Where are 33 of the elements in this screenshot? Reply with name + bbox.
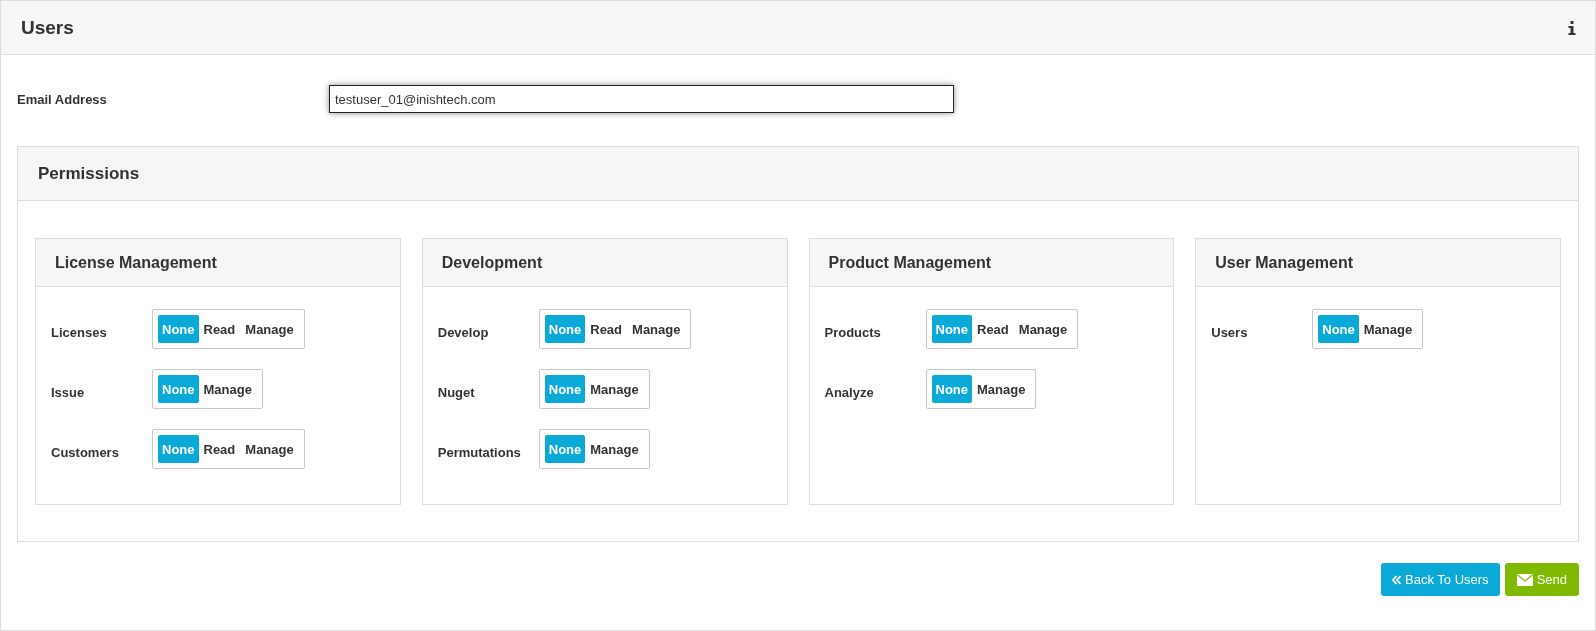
permission-option[interactable]: Manage xyxy=(240,315,299,343)
permission-label: Products xyxy=(824,323,882,340)
envelope-icon xyxy=(1516,573,1533,586)
permission-option[interactable]: Manage xyxy=(198,375,257,403)
permission-label: Analyze xyxy=(824,383,875,400)
email-label: Email Address xyxy=(17,91,108,107)
permission-option[interactable]: Manage xyxy=(972,375,1031,403)
permission-option[interactable]: Manage xyxy=(240,435,299,463)
permission-option[interactable]: Manage xyxy=(1013,315,1073,343)
permission-label: Licenses xyxy=(51,323,108,340)
permission-option[interactable]: Manage xyxy=(585,435,644,463)
permission-option[interactable]: Manage xyxy=(585,375,644,403)
permission-label: Develop xyxy=(437,323,490,340)
permission-option[interactable]: Read xyxy=(198,315,241,343)
permission-label: Issue xyxy=(51,383,86,400)
permission-option[interactable]: Read xyxy=(972,315,1014,343)
group-title: License Management xyxy=(55,253,217,272)
info-icon[interactable] xyxy=(1568,20,1576,35)
double-chevron-left-icon xyxy=(1392,574,1402,585)
page-title: Users xyxy=(21,16,74,39)
permissions-title: Permissions xyxy=(38,163,140,184)
group-title: Product Management xyxy=(828,253,992,272)
permission-option[interactable]: Manage xyxy=(1358,315,1418,343)
permission-label: Users xyxy=(1211,323,1249,340)
email-field[interactable]: testuser_01@inishtech.com xyxy=(329,85,954,113)
permission-option[interactable]: Read xyxy=(585,315,628,343)
permission-label: Nuget xyxy=(437,383,476,400)
group-title: User Management xyxy=(1215,253,1354,272)
permission-label: Customers xyxy=(51,443,120,460)
permission-label: Permutations xyxy=(437,443,522,460)
permission-option[interactable]: Manage xyxy=(627,315,686,343)
group-title: Development xyxy=(441,253,543,272)
permission-option[interactable]: Read xyxy=(198,435,241,463)
